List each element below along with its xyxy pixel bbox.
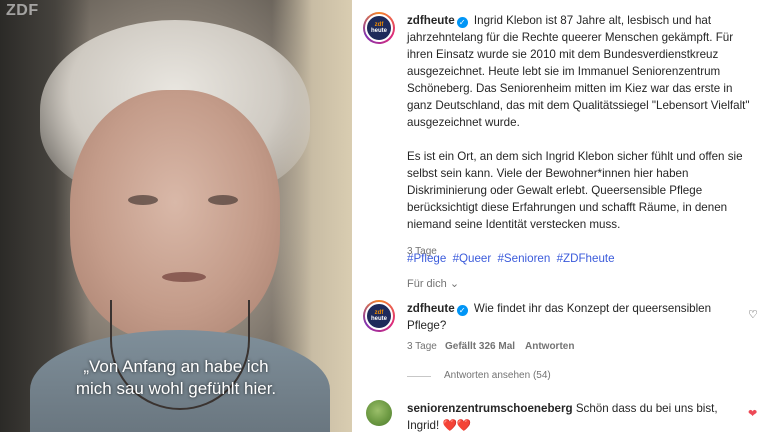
hashtag-link[interactable]: #ZDFheute [557,252,615,265]
author-avatar[interactable]: zdf heute [363,12,395,44]
liked-heart-icon[interactable]: ❤ [748,407,757,420]
for-you-label: Für dich [407,278,447,290]
commenter-username[interactable]: zdfheute [407,302,455,315]
view-replies-button[interactable]: Antworten ansehen (54) [444,370,551,381]
like-heart-icon[interactable]: ♡ [748,308,758,321]
channel-watermark: ZDF [6,2,39,19]
hashtag-list: #Pflege #Queer #Senioren #ZDFheute [407,250,752,267]
portrait-eye-left [128,195,158,205]
caption-paragraph-2: Es ist ein Ort, an dem sich Ingrid Klebo… [407,150,743,231]
commenter-avatar[interactable] [366,400,392,426]
reply-button[interactable]: Antworten [525,341,574,352]
comment-text: seniorenzentrumschoeneberg Schön dass du… [407,400,737,432]
hashtag-link[interactable]: #Senioren [497,252,550,265]
comment-timestamp[interactable]: 3 Tage [407,341,437,352]
portrait-eye-right [208,195,238,205]
for-you-dropdown[interactable]: Für dich ⌄ [407,277,459,290]
post-timestamp[interactable]: 3 Tage [407,246,437,257]
commenter-username[interactable]: seniorenzentrumschoeneberg [407,402,573,415]
verified-badge-icon: ✓ [456,17,468,28]
comment-likes[interactable]: Gefällt 326 Mal [445,341,515,352]
post-caption: zdfheute ✓ Ingrid Klebon ist 87 Jahre alt… [407,12,752,267]
portrait-mouth [162,272,206,282]
chevron-down-icon: ⌄ [449,278,460,290]
comment-text: zdfheute ✓ Wie findet ihr das Konzept der… [407,300,737,334]
hashtag-link[interactable]: #Queer [453,252,492,265]
replies-divider [407,376,431,377]
video-subtitle: „Von Anfang an habe ich mich sau wohl ge… [75,357,277,398]
video-player[interactable]: ZDF „Von Anfang an habe ich mich sau woh… [0,0,352,432]
commenter-avatar[interactable]: zdf heute [363,300,395,332]
author-username[interactable]: zdfheute [407,14,455,27]
caption-paragraph-1: Ingrid Klebon ist 87 Jahre alt, lesbisch… [407,14,750,129]
verified-badge-icon: ✓ [456,305,468,316]
